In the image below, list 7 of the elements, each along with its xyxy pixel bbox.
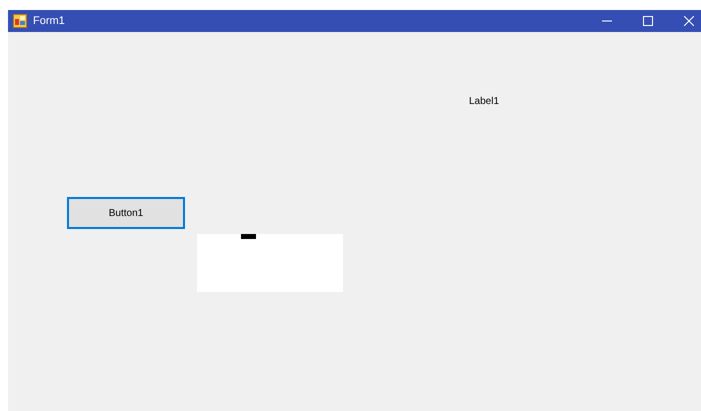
panel-marker [241, 234, 256, 239]
maximize-icon[interactable] [643, 16, 653, 26]
form-label: Label1 [469, 96, 500, 107]
window-title: Form1 [33, 15, 65, 27]
form-button[interactable]: Button1 [67, 197, 185, 229]
close-icon[interactable] [684, 16, 694, 26]
form-icon [13, 14, 27, 28]
